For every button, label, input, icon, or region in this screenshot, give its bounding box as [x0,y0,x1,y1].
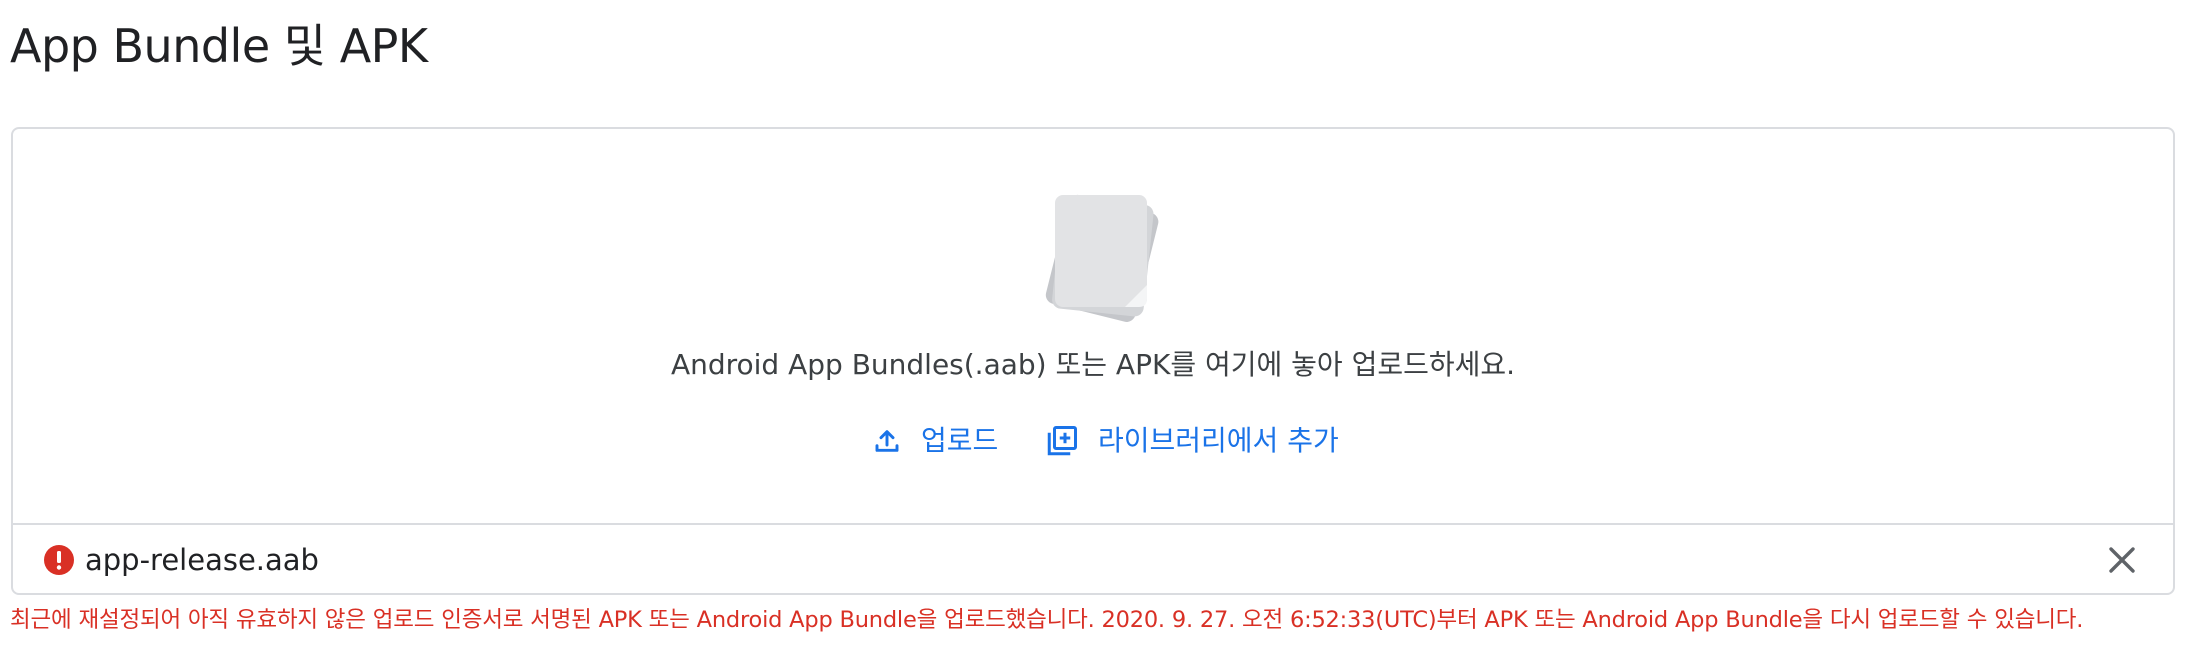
upload-card: Android App Bundles(.aab) 또는 APK를 여기에 놓아… [11,127,2175,595]
page-title: App Bundle 및 APK [10,19,428,73]
file-name: app-release.aab [85,543,319,577]
dropzone-instruction: Android App Bundles(.aab) 또는 APK를 여기에 놓아… [670,348,1516,381]
error-icon [44,545,74,575]
upload-button[interactable]: 업로드 [871,421,998,461]
close-icon[interactable] [2101,539,2143,581]
file-row: app-release.aab [13,525,2173,593]
dropzone[interactable]: Android App Bundles(.aab) 또는 APK를 여기에 놓아… [13,129,2173,523]
upload-button-label: 업로드 [921,424,999,457]
document-stack-icon [1045,194,1159,322]
library-add-icon [1047,426,1077,456]
add-from-library-label: 라이브러리에서 추가 [1098,424,1339,457]
add-from-library-button[interactable]: 라이브러리에서 추가 [1044,421,1339,461]
upload-icon [875,430,899,452]
page: App Bundle 및 APK Android App Bundles(.aa… [0,0,2188,652]
error-message: 최근에 재설정되어 아직 유효하지 않은 업로드 인증서로 서명된 APK 또는… [10,607,2084,633]
